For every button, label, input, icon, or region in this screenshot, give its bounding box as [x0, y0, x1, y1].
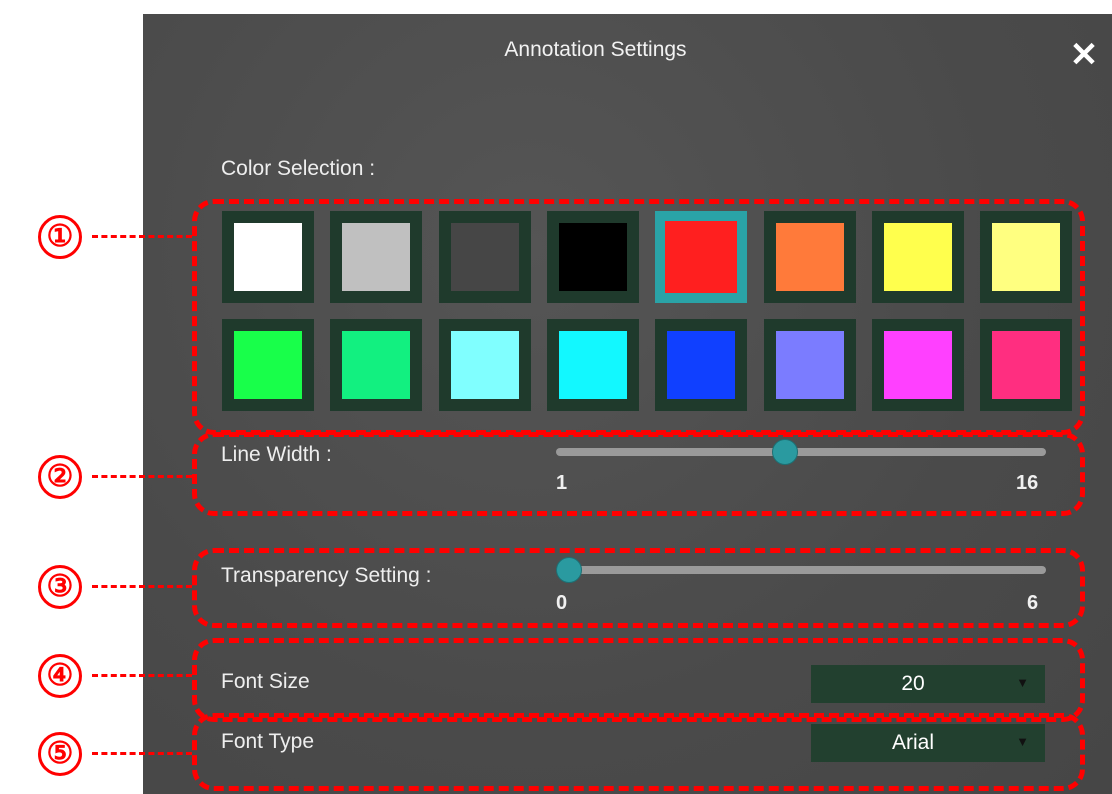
- callout-leader-line: [92, 585, 192, 588]
- callout-3: ③: [0, 565, 192, 625]
- callout-number: ⑤: [38, 732, 82, 776]
- callout-number: ③: [38, 565, 82, 609]
- highlight-box-line-width: [192, 432, 1085, 516]
- highlight-box-colors: [192, 199, 1085, 435]
- callout-number: ④: [38, 654, 82, 698]
- highlight-box-transparency: [192, 548, 1085, 628]
- callout-leader-line: [92, 674, 192, 677]
- close-icon[interactable]: ✕: [1068, 38, 1100, 72]
- color-selection-label: Color Selection :: [221, 157, 376, 180]
- callout-5: ⑤: [0, 732, 192, 792]
- callout-4: ④: [0, 654, 192, 714]
- callout-number: ②: [38, 455, 82, 499]
- highlight-box-font-type: [192, 713, 1085, 791]
- callout-1: ①: [0, 215, 192, 275]
- callout-leader-line: [92, 475, 192, 478]
- callout-leader-line: [92, 752, 192, 755]
- callout-leader-line: [92, 235, 192, 238]
- callout-number: ①: [38, 215, 82, 259]
- highlight-box-font-size: [192, 638, 1085, 722]
- callout-2: ②: [0, 455, 192, 515]
- dialog-title: Annotation Settings: [504, 38, 687, 61]
